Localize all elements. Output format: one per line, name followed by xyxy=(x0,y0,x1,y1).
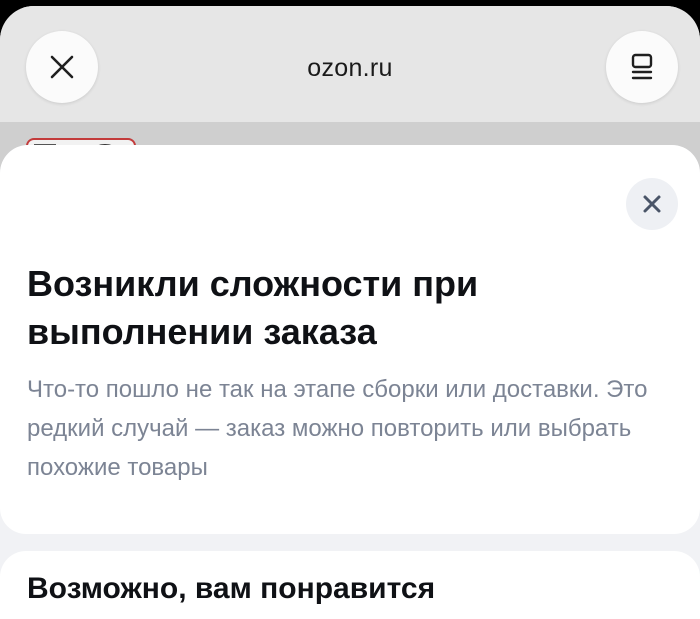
tabs-icon xyxy=(631,53,653,80)
browser-frame: ozon.ru Возникли сложности при выполнени… xyxy=(0,6,700,619)
order-problem-card: Возникли сложности при выполнении заказа… xyxy=(0,145,700,534)
browser-toolbar: ozon.ru xyxy=(0,6,700,122)
recommendations-card: Возможно, вам понравится xyxy=(0,551,700,619)
address-bar-url[interactable]: ozon.ru xyxy=(0,54,700,83)
sheet-title: Возникли сложности при выполнении заказа xyxy=(27,263,479,352)
bottom-sheet: Возникли сложности при выполнении заказа… xyxy=(0,145,700,619)
sheet-description: Что-то пошло не так на этапе сборки или … xyxy=(27,376,648,481)
browser-tabs-button[interactable] xyxy=(606,31,678,103)
recommendations-title: Возможно, вам понравится xyxy=(27,572,436,605)
sheet-close-button[interactable] xyxy=(626,178,678,230)
close-icon xyxy=(643,195,661,213)
